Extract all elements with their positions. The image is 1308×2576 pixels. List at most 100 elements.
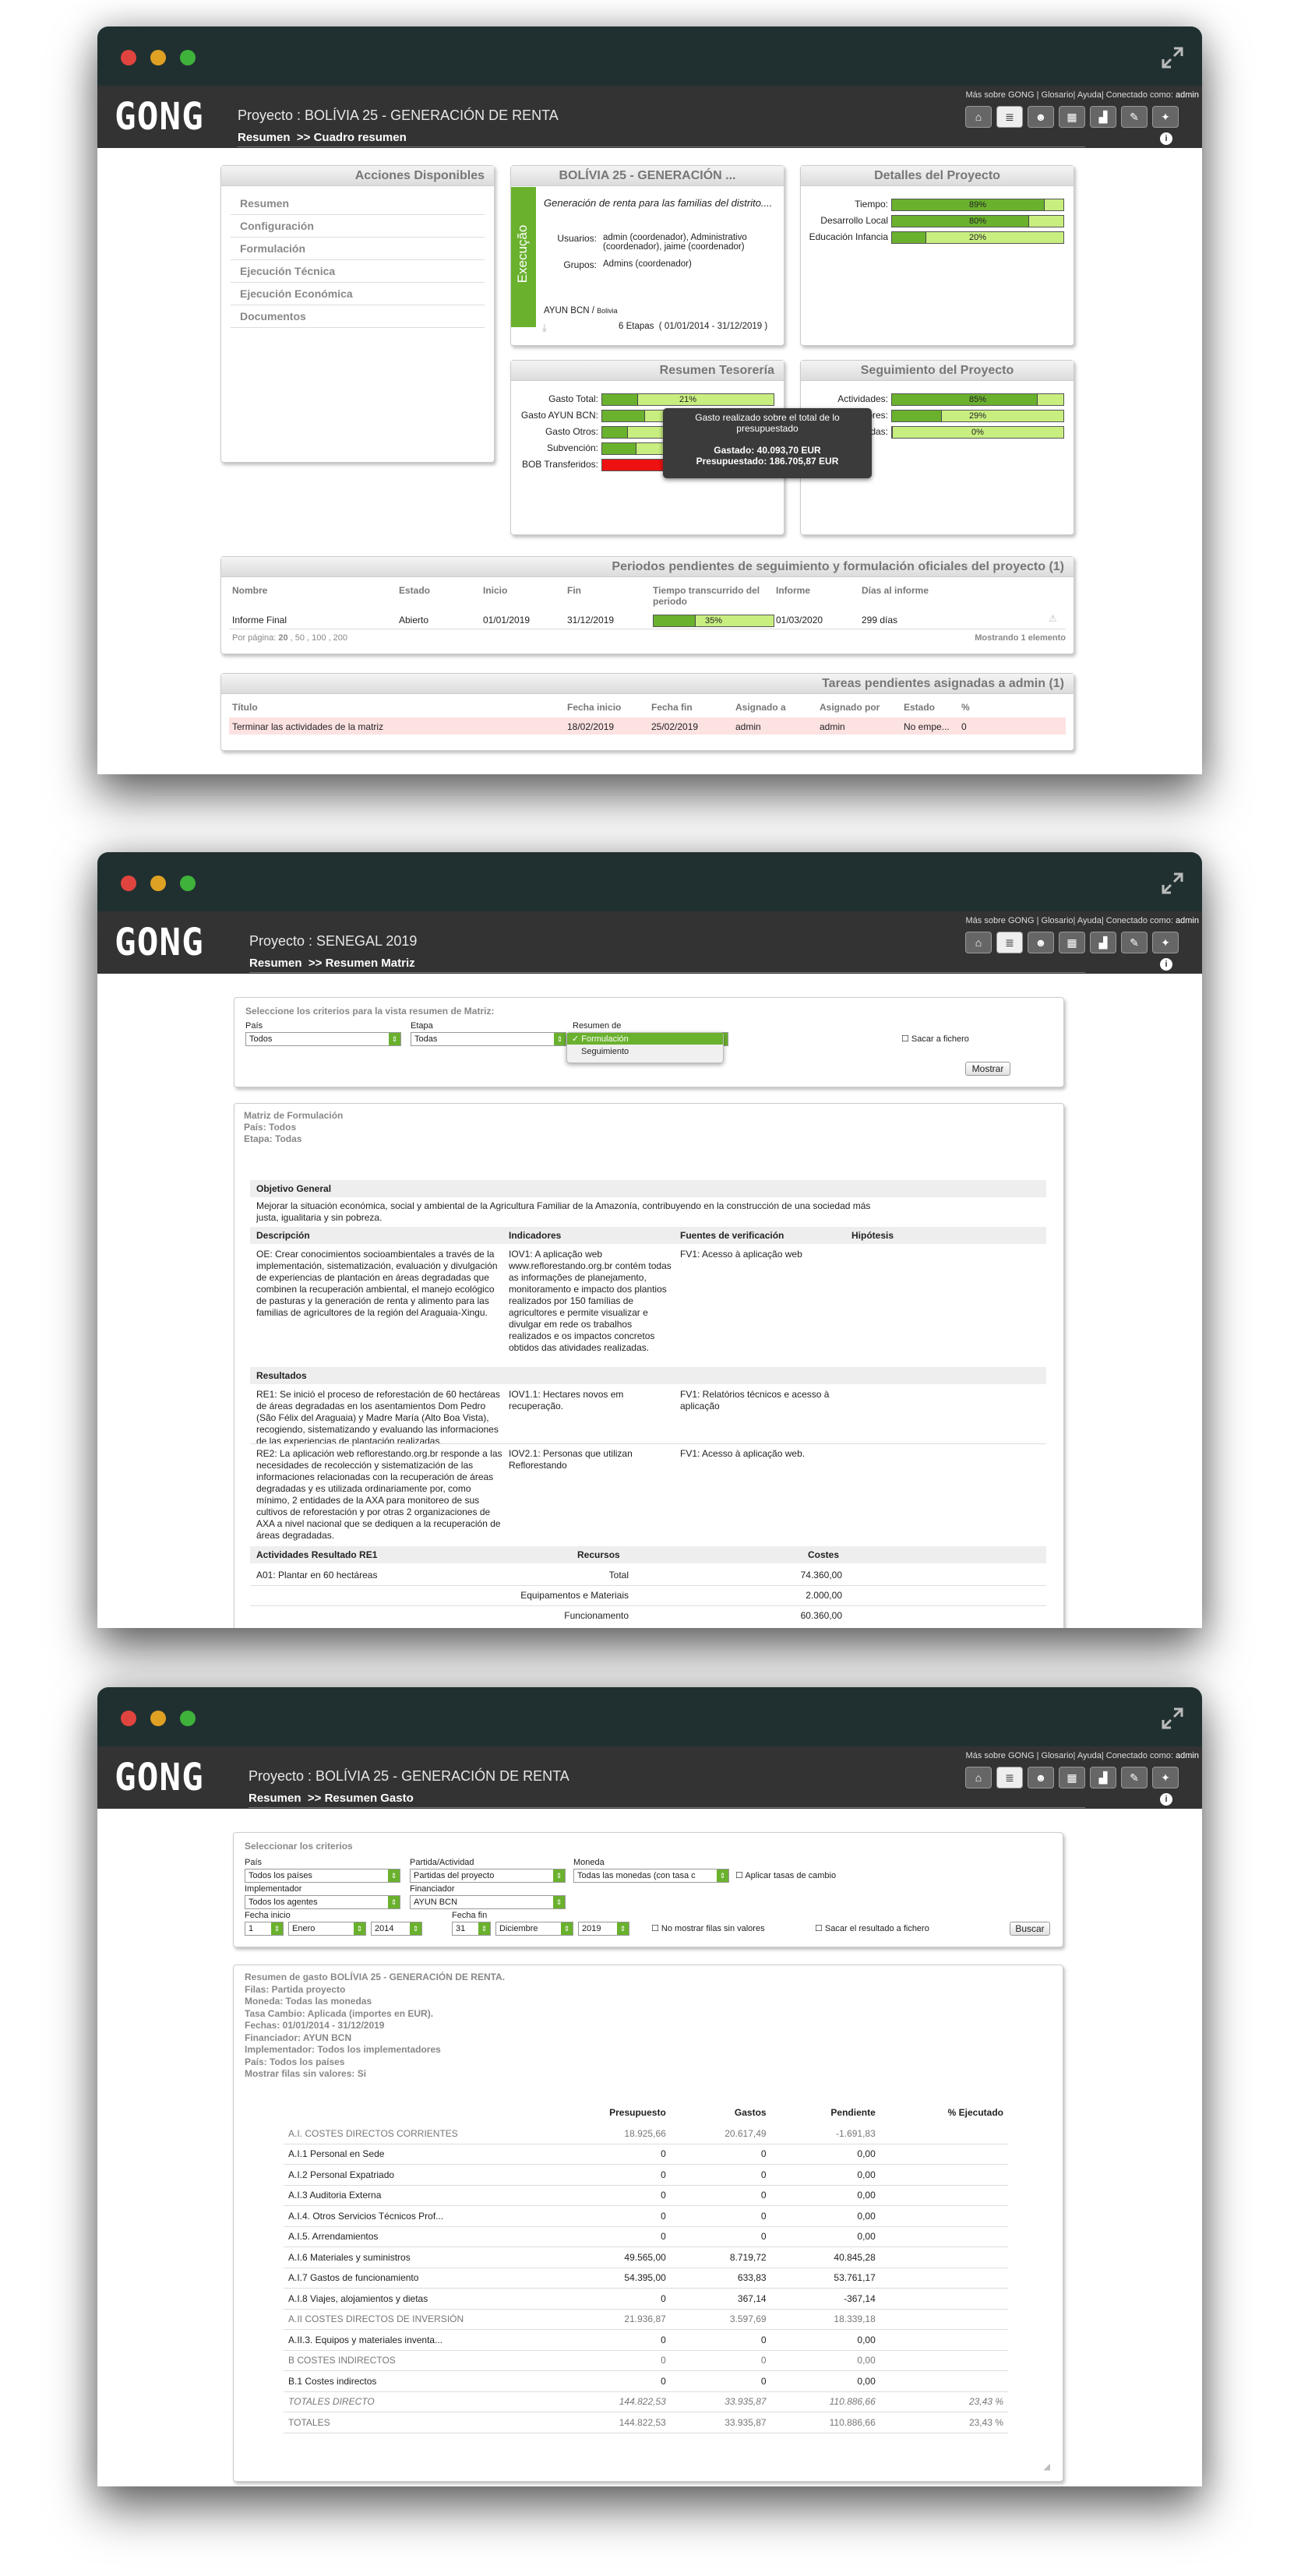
warning-icon[interactable]: ⚠ — [1049, 613, 1057, 624]
option-formulacion[interactable]: ✓ Formulación — [567, 1033, 723, 1045]
breadcrumb: Resumen >> Resumen Matriz — [249, 957, 415, 970]
expand-icon[interactable] — [1160, 1706, 1185, 1731]
ayuda-link[interactable]: Ayuda — [1077, 1751, 1102, 1760]
acciones-item[interactable]: Resumen — [231, 192, 485, 215]
ff-mes-select[interactable]: Diciembre ⇕ — [495, 1922, 573, 1936]
minimize-window-button[interactable] — [150, 876, 166, 891]
chart-icon[interactable]: ▟ — [1090, 932, 1116, 953]
admin-icon[interactable]: ✦ — [1152, 1767, 1179, 1788]
calendar-icon[interactable]: ▦ — [1059, 932, 1085, 953]
acciones-item[interactable]: Documentos — [231, 305, 485, 328]
periodos-col-header[interactable]: Fin — [567, 585, 645, 596]
close-window-button[interactable] — [121, 876, 136, 891]
tareas-col-header[interactable]: Título — [232, 702, 258, 713]
partida-select[interactable]: Partidas del proyecto ⇕ — [410, 1869, 566, 1883]
tareas-col-header[interactable]: Asignado a — [735, 702, 786, 713]
periodos-col-header[interactable]: Estado — [399, 585, 477, 596]
mostrar-button[interactable]: Mostrar — [965, 1062, 1010, 1076]
chart-icon[interactable]: ▟ — [1090, 1767, 1116, 1788]
admin-icon[interactable]: ✦ — [1152, 106, 1179, 128]
pais-select[interactable]: Todos los países ⇕ — [245, 1869, 400, 1883]
financiador-select[interactable]: AYUN BCN ⇕ — [410, 1895, 566, 1909]
resize-handle[interactable]: ◢ — [1044, 2461, 1050, 2472]
breadcrumb-resumen[interactable]: Resumen — [249, 1792, 301, 1805]
admin-icon[interactable]: ✦ — [1152, 932, 1179, 953]
glosario-link[interactable]: Glosario — [1042, 1751, 1074, 1760]
database-icon[interactable]: ≣ — [996, 106, 1023, 128]
maximize-window-button[interactable] — [180, 876, 196, 891]
fi-ano-select[interactable]: 2014 ⇕ — [371, 1922, 422, 1936]
periodos-col-header[interactable]: Nombre — [232, 585, 310, 596]
fi-dia-select[interactable]: 1 ⇕ — [245, 1922, 284, 1936]
tareas-col-header[interactable]: Fecha inicio — [567, 702, 621, 713]
periodos-col-header[interactable]: Informe — [776, 585, 854, 596]
fi-mes-select[interactable]: Enero ⇕ — [288, 1922, 366, 1936]
ff-dia-select[interactable]: 31 ⇕ — [452, 1922, 491, 1936]
ff-ano-select[interactable]: 2019 ⇕ — [578, 1922, 629, 1936]
info-icon[interactable]: i — [1160, 132, 1172, 145]
acciones-item[interactable]: Formulación — [231, 238, 485, 260]
buscar-button[interactable]: Buscar — [1010, 1922, 1050, 1936]
tareas-col-header[interactable]: Fecha fin — [651, 702, 693, 713]
acciones-item[interactable]: Ejecución Económica — [231, 283, 485, 305]
gong-logo[interactable]: GONG — [115, 94, 204, 139]
row-value — [880, 2226, 1008, 2247]
tarea-titulo[interactable]: Terminar las actividades de la matriz — [232, 721, 383, 732]
usuarios-label: Usuarios: — [557, 233, 597, 244]
glosario-link[interactable]: Glosario — [1042, 90, 1074, 100]
resultados-header: Resultados — [256, 1370, 307, 1381]
breadcrumb-resumen[interactable]: Resumen — [238, 131, 291, 144]
acciones-item[interactable]: Configuración — [231, 215, 485, 238]
users-icon[interactable]: ☻ — [1028, 1767, 1054, 1788]
expand-icon[interactable] — [1160, 45, 1185, 70]
moneda-select[interactable]: Todas las monedas (con tasa c ⇕ — [573, 1869, 729, 1883]
breadcrumb-resumen[interactable]: Resumen — [249, 957, 302, 970]
acciones-item[interactable]: Ejecución Técnica — [231, 260, 485, 283]
calendar-icon[interactable]: ▦ — [1059, 106, 1085, 128]
wrench-icon[interactable]: ✎ — [1121, 932, 1148, 953]
wrench-icon[interactable]: ✎ — [1121, 1767, 1148, 1788]
users-icon[interactable]: ☻ — [1028, 932, 1054, 953]
home-icon[interactable]: ⌂ — [965, 1767, 992, 1788]
info-icon[interactable]: i — [1160, 1793, 1172, 1806]
periodos-col-header[interactable]: Tiempo transcurrido del periodo — [653, 585, 770, 607]
info-icon[interactable]: i — [1160, 958, 1172, 971]
database-icon[interactable]: ≣ — [996, 1767, 1023, 1788]
home-icon[interactable]: ⌂ — [965, 932, 992, 953]
gong-logo[interactable]: GONG — [115, 920, 204, 964]
ayuda-link[interactable]: Ayuda — [1077, 90, 1102, 100]
maximize-window-button[interactable] — [180, 50, 196, 65]
periodos-col-header[interactable]: Días al informe — [862, 585, 940, 596]
users-icon[interactable]: ☻ — [1028, 106, 1054, 128]
sacar-fichero-check[interactable]: ☐ Sacar a fichero — [901, 1034, 969, 1044]
wrench-icon[interactable]: ✎ — [1121, 106, 1148, 128]
calendar-icon[interactable]: ▦ — [1059, 1767, 1085, 1788]
etapa-select[interactable]: Todas ⇕ — [411, 1032, 566, 1046]
maximize-window-button[interactable] — [180, 1711, 196, 1726]
tasas-check[interactable]: ☐ Aplicar tasas de cambio — [735, 1870, 836, 1880]
option-seguimiento[interactable]: Seguimiento — [567, 1045, 723, 1059]
minimize-window-button[interactable] — [150, 1711, 166, 1726]
glosario-link[interactable]: Glosario — [1042, 916, 1074, 925]
expand-icon[interactable] — [1160, 871, 1185, 896]
periodos-col-header[interactable]: Inicio — [483, 585, 561, 596]
tareas-col-header[interactable]: % — [961, 702, 970, 713]
tareas-col-header[interactable]: Asignado por — [820, 702, 880, 713]
chart-icon[interactable]: ▟ — [1090, 106, 1116, 128]
no-mostrar-check[interactable]: ☐ No mostrar filas sin valores — [651, 1923, 765, 1933]
close-window-button[interactable] — [121, 50, 136, 65]
agente-pais: AYUN BCN / Bolivia — [544, 306, 618, 315]
ayuda-link[interactable]: Ayuda — [1077, 916, 1102, 925]
per-page[interactable]: Por página: 20 , 50 , 100 , 200 — [232, 633, 347, 643]
pais-select[interactable]: Todos ⇕ — [245, 1032, 401, 1046]
download-icon[interactable]: ⤓ — [542, 322, 547, 334]
minimize-window-button[interactable] — [150, 50, 166, 65]
database-icon[interactable]: ≣ — [996, 932, 1023, 953]
gong-logo[interactable]: GONG — [115, 1755, 204, 1799]
close-window-button[interactable] — [121, 1711, 136, 1726]
tareas-col-header[interactable]: Estado — [904, 702, 935, 713]
sacar-fichero-check[interactable]: ☐ Sacar el resultado a fichero — [815, 1923, 929, 1933]
implementador-select[interactable]: Todos los agentes ⇕ — [245, 1895, 400, 1909]
equipamentos-value: 2.000,00 — [806, 1590, 842, 1601]
home-icon[interactable]: ⌂ — [965, 106, 992, 128]
